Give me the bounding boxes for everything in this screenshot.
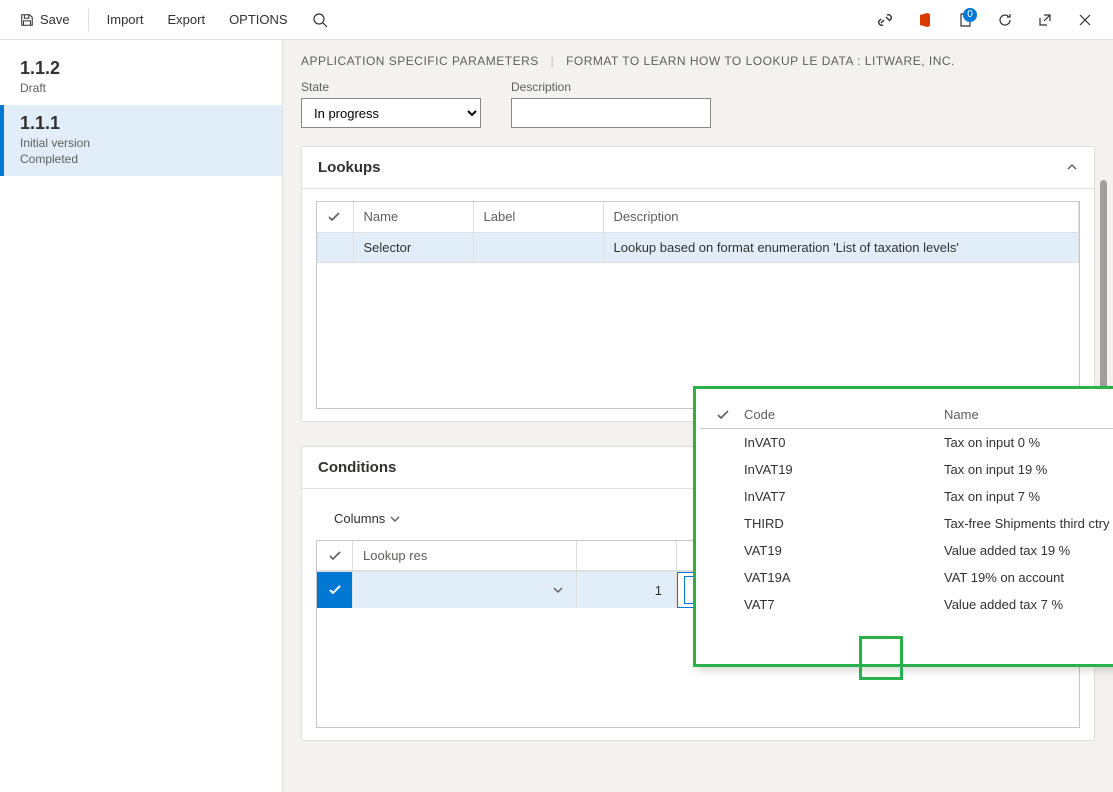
version-number: 1.1.2 (20, 58, 262, 79)
line-number-cell: 1 (577, 572, 677, 608)
grid-header-lookup[interactable]: Lookup res (353, 541, 577, 571)
breadcrumb-separator: | (551, 54, 555, 68)
version-item-selected[interactable]: 1.1.1 Initial version Completed (0, 105, 282, 176)
chevron-down-icon (389, 513, 401, 525)
options-label: OPTIONS (229, 12, 288, 27)
notifications-button[interactable]: 0 (947, 2, 983, 38)
version-item[interactable]: 1.1.2 Draft (0, 50, 282, 105)
refresh-icon (997, 12, 1013, 28)
conditions-title: Conditions (318, 459, 396, 476)
link-icon (877, 12, 893, 28)
state-label: State (301, 80, 481, 94)
lookups-card: Lookups Name (301, 146, 1095, 422)
grid-header-label[interactable]: Label (473, 202, 603, 232)
notifications-badge: 0 (963, 8, 977, 22)
popout-button[interactable] (1027, 2, 1063, 38)
breadcrumb-part: APPLICATION SPECIFIC PARAMETERS (301, 54, 539, 68)
cell-label (473, 232, 603, 262)
state-select[interactable]: In progress (301, 98, 481, 128)
refresh-button[interactable] (987, 2, 1023, 38)
cell-name: Selector (353, 232, 473, 262)
grid-check-header[interactable] (317, 202, 353, 232)
row-selected-checkbox[interactable] (317, 572, 353, 608)
popup-header-code[interactable]: Code (744, 407, 944, 422)
app-toolbar: Save Import Export OPTIONS 0 (0, 0, 1113, 40)
link-button[interactable] (867, 2, 903, 38)
cell-desc: Lookup based on format enumeration 'List… (603, 232, 1079, 262)
lookups-title: Lookups (318, 159, 381, 176)
search-icon (312, 12, 328, 28)
state-field: State In progress (301, 80, 481, 128)
office-icon (917, 12, 933, 28)
popup-item[interactable]: VAT19Value added tax 19 % (700, 537, 1113, 564)
version-label: Initial version (20, 136, 262, 150)
save-label: Save (40, 12, 70, 27)
export-button[interactable]: Export (157, 6, 215, 33)
check-icon (327, 210, 343, 224)
grid-header-name[interactable]: Name (353, 202, 473, 232)
description-input[interactable] (511, 98, 711, 128)
description-label: Description (511, 80, 711, 94)
breadcrumb-part: FORMAT TO LEARN HOW TO LOOKUP LE DATA : … (566, 54, 955, 68)
save-icon (20, 13, 34, 27)
popup-item[interactable]: InVAT7Tax on input 7 % (700, 483, 1113, 510)
line-number-value: 1 (655, 583, 662, 598)
description-field: Description (511, 80, 711, 128)
import-button[interactable]: Import (97, 6, 154, 33)
check-icon (716, 408, 744, 422)
columns-label: Columns (334, 511, 385, 526)
popout-icon (1037, 12, 1053, 28)
check-icon (328, 549, 342, 563)
options-button[interactable]: OPTIONS (219, 6, 298, 33)
popup-item[interactable]: THIRDTax-free Shipments third ctry (700, 510, 1113, 537)
check-icon (328, 583, 342, 597)
toolbar-separator (88, 9, 89, 31)
notifications-icon: 0 (957, 12, 973, 28)
search-button[interactable] (302, 2, 338, 38)
highlight-box (859, 636, 903, 680)
version-number: 1.1.1 (20, 113, 262, 134)
lookups-row[interactable]: Selector Lookup based on format enumerat… (317, 232, 1079, 262)
popup-item[interactable]: InVAT0Tax on input 0 % (700, 429, 1113, 456)
office-button[interactable] (907, 2, 943, 38)
version-status: Draft (20, 81, 262, 95)
chevron-down-icon (552, 584, 564, 596)
grid-check-header[interactable] (317, 541, 353, 571)
version-status: Completed (20, 152, 262, 166)
columns-button[interactable]: Columns (326, 507, 409, 530)
breadcrumb: APPLICATION SPECIFIC PARAMETERS | FORMAT… (301, 54, 1095, 68)
popup-item[interactable]: InVAT19Tax on input 19 % (700, 456, 1113, 483)
lookup-result-dropdown[interactable] (353, 572, 577, 608)
version-sidebar: 1.1.2 Draft 1.1.1 Initial version Comple… (0, 40, 283, 792)
save-button[interactable]: Save (10, 6, 80, 33)
lookups-grid: Name Label Description Selector Lookup b… (317, 202, 1079, 263)
grid-header-desc[interactable]: Description (603, 202, 1079, 232)
grid-header-line[interactable] (577, 541, 677, 571)
close-icon (1078, 13, 1092, 27)
popup-item[interactable]: VAT7Value added tax 7 % (700, 591, 1113, 618)
popup-header-name[interactable]: Name (944, 407, 1113, 422)
close-button[interactable] (1067, 2, 1103, 38)
main-panel: APPLICATION SPECIFIC PARAMETERS | FORMAT… (283, 40, 1113, 792)
popup-item[interactable]: VAT19AVAT 19% on account (700, 564, 1113, 591)
code-dropdown-popup: Code Name InVAT0Tax on input 0 % InVAT19… (693, 386, 1113, 667)
export-label: Export (167, 12, 205, 27)
import-label: Import (107, 12, 144, 27)
collapse-icon[interactable] (1066, 162, 1078, 174)
